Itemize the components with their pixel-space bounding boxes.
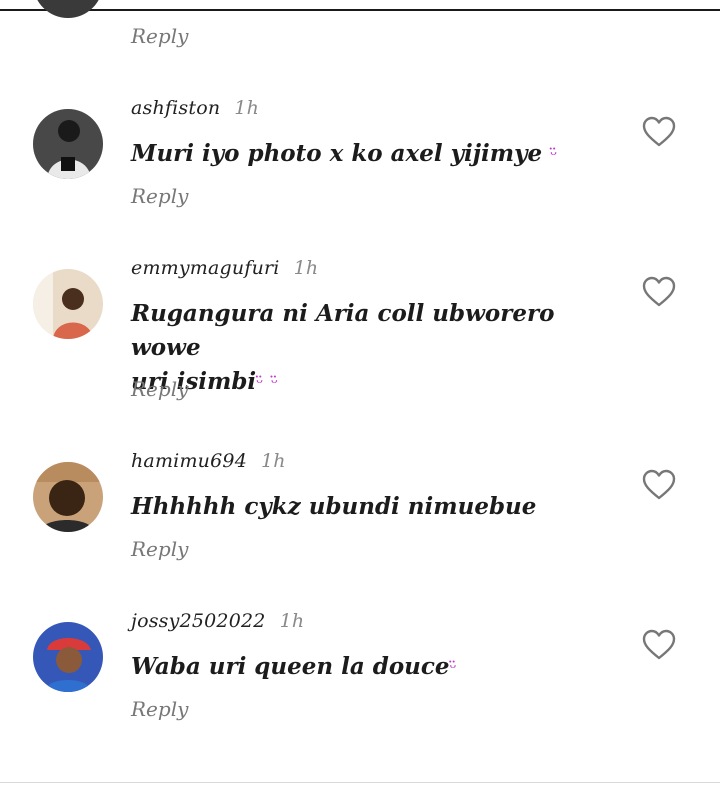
comment-text: Rugangura ni Aria coll ubworero wowe uri…	[131, 300, 555, 395]
like-heart-icon[interactable]	[642, 116, 676, 148]
top-divider	[0, 9, 720, 11]
comment-username[interactable]: ashfiston 1h	[131, 97, 259, 119]
comment-time: 1h	[279, 610, 305, 632]
avatar[interactable]	[33, 269, 103, 339]
comment-time: 1h	[260, 450, 286, 472]
comment-text: Hhhhhh cykz ubundi nimuebue	[131, 493, 537, 520]
emoji: ᵕ̈ ᵕ̈	[256, 373, 279, 394]
comment-time: 1h	[234, 97, 260, 119]
comment-text: Waba uri queen la douceᵕ̈	[131, 653, 458, 680]
emoji: ᵕ̈	[449, 658, 458, 679]
comment-username[interactable]: jossy2502022 1h	[131, 610, 304, 632]
like-heart-icon[interactable]	[642, 469, 676, 501]
avatar[interactable]	[33, 109, 103, 179]
avatar[interactable]	[33, 622, 103, 692]
comment-text: Muri iyo photo x ko axel yijimye ᵕ̈	[131, 140, 559, 167]
reply-button[interactable]: Reply	[131, 24, 188, 48]
comment-username[interactable]: hamimu694 1h	[131, 450, 286, 472]
comment-username[interactable]: emmymagufuri 1h	[131, 257, 318, 279]
comment-time: 1h	[293, 257, 319, 279]
emoji: ᵕ̈	[550, 145, 559, 166]
avatar[interactable]	[33, 462, 103, 532]
reply-button[interactable]: Reply	[131, 184, 188, 208]
bottom-divider	[0, 782, 720, 783]
reply-button[interactable]: Reply	[131, 537, 188, 561]
reply-button[interactable]: Reply	[131, 377, 188, 401]
like-heart-icon[interactable]	[642, 276, 676, 308]
like-heart-icon[interactable]	[642, 629, 676, 661]
reply-button[interactable]: Reply	[131, 697, 188, 721]
